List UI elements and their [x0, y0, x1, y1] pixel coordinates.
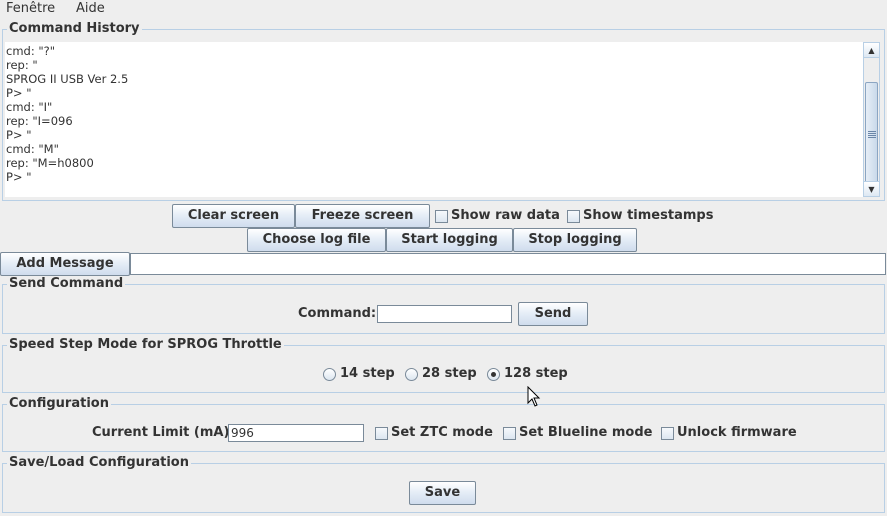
- history-line: SPROG II USB Ver 2.5: [6, 72, 129, 86]
- save-button[interactable]: Save: [409, 481, 476, 505]
- radio-28-step[interactable]: [405, 368, 418, 381]
- radio-14-step[interactable]: [323, 368, 336, 381]
- history-line: cmd: "?": [6, 44, 56, 58]
- scroll-up-button[interactable]: ▲: [864, 43, 879, 58]
- radio-128-step[interactable]: [487, 368, 500, 381]
- add-message-button[interactable]: Add Message: [0, 252, 130, 276]
- mouse-cursor-icon: [527, 386, 541, 407]
- history-scrollbar[interactable]: ▲ ▼: [863, 42, 880, 197]
- speed-step-title: Speed Step Mode for SPROG Throttle: [7, 337, 284, 353]
- set-ztc-mode-label: Set ZTC mode: [391, 425, 493, 440]
- command-history-title: Command History: [7, 21, 142, 37]
- radio-128-step-label: 128 step: [504, 366, 568, 381]
- show-raw-data-label: Show raw data: [451, 208, 560, 223]
- freeze-screen-button[interactable]: Freeze screen: [295, 204, 430, 228]
- menu-help[interactable]: Aide: [76, 1, 105, 16]
- configuration-title: Configuration: [7, 396, 111, 412]
- history-line: P> ": [6, 86, 32, 100]
- unlock-firmware-label: Unlock firmware: [677, 425, 797, 440]
- clear-screen-button[interactable]: Clear screen: [172, 204, 295, 228]
- history-line: rep: "M=h0800: [6, 156, 94, 170]
- set-blueline-mode-label: Set Blueline mode: [519, 425, 653, 440]
- command-history-log[interactable]: cmd: "?" rep: " SPROG II USB Ver 2.5 P> …: [5, 42, 863, 197]
- history-line: P> ": [6, 170, 32, 184]
- unlock-firmware-checkbox[interactable]: [661, 427, 674, 440]
- show-raw-data-checkbox[interactable]: [435, 210, 448, 223]
- history-line: P> ": [6, 128, 32, 142]
- history-line: cmd: "M": [6, 142, 59, 156]
- set-ztc-mode-checkbox[interactable]: [375, 427, 388, 440]
- send-command-title: Send Command: [7, 276, 126, 292]
- radio-14-step-label: 14 step: [340, 366, 395, 381]
- stop-logging-button[interactable]: Stop logging: [513, 228, 637, 252]
- radio-28-step-label: 28 step: [422, 366, 477, 381]
- triangle-up-icon: ▲: [868, 46, 875, 55]
- choose-log-file-button[interactable]: Choose log file: [247, 228, 386, 252]
- show-timestamps-label: Show timestamps: [583, 208, 714, 223]
- triangle-down-icon: ▼: [868, 185, 875, 194]
- history-line: rep: ": [6, 58, 38, 72]
- radio-selected-dot: [491, 372, 496, 377]
- command-label: Command:: [298, 306, 377, 321]
- scroll-thumb[interactable]: [865, 82, 878, 187]
- save-load-title: Save/Load Configuration: [7, 455, 191, 471]
- current-limit-label: Current Limit (mA):: [92, 425, 235, 440]
- set-blueline-mode-checkbox[interactable]: [503, 427, 516, 440]
- current-limit-input[interactable]: 996: [228, 424, 364, 442]
- history-line: cmd: "I": [6, 100, 53, 114]
- start-logging-button[interactable]: Start logging: [386, 228, 513, 252]
- menu-window[interactable]: Fenêtre: [6, 1, 55, 16]
- send-button[interactable]: Send: [518, 302, 588, 326]
- menu-bar: Fenêtre Aide: [0, 0, 887, 19]
- command-input[interactable]: [377, 305, 512, 323]
- show-timestamps-checkbox[interactable]: [567, 210, 580, 223]
- history-line: rep: "I=096: [6, 114, 73, 128]
- scroll-down-button[interactable]: ▼: [864, 181, 879, 196]
- message-input[interactable]: [130, 253, 886, 275]
